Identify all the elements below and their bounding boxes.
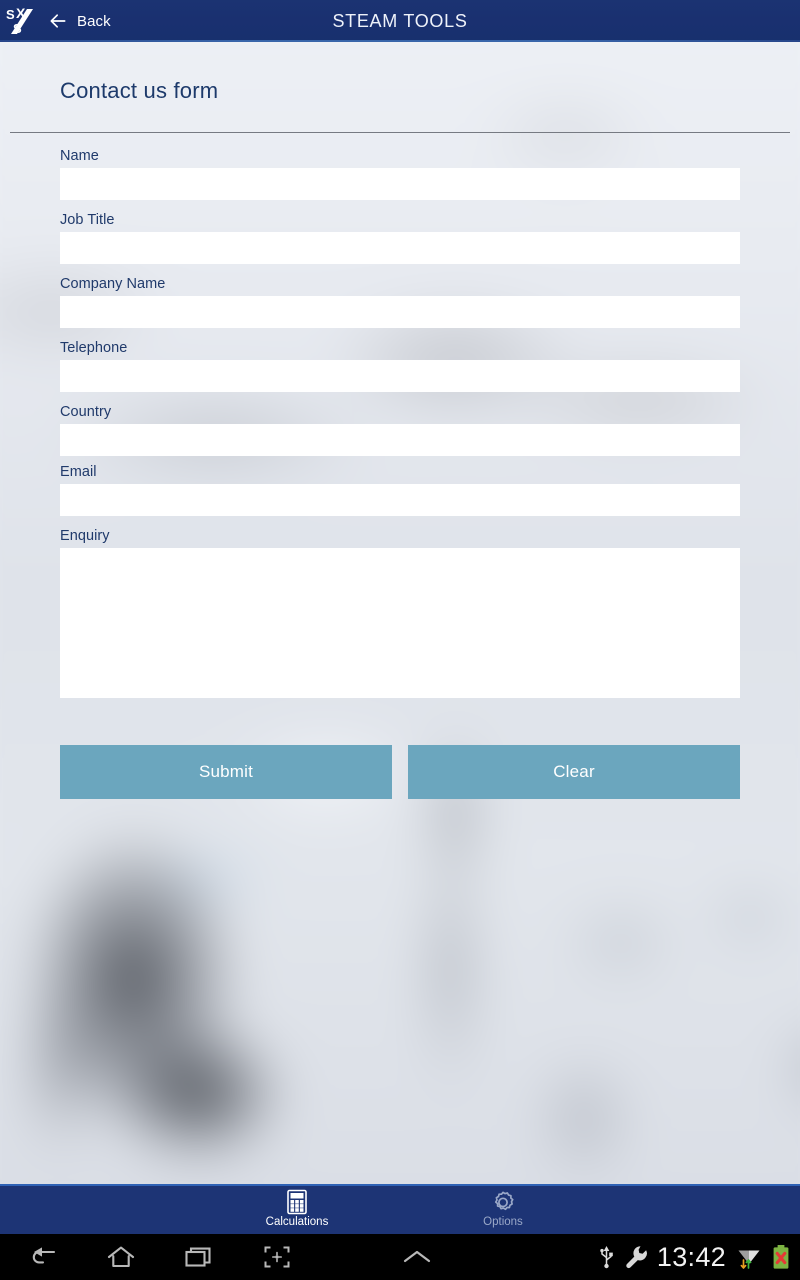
tab-calculations[interactable]: Calculations (237, 1189, 357, 1229)
arrow-left-icon (50, 14, 66, 28)
screenshot-icon (264, 1246, 290, 1268)
telephone-input[interactable] (60, 360, 740, 392)
android-system-bar: 13:42 (0, 1234, 800, 1280)
field-label-job-title: Job Title (60, 212, 115, 228)
title-divider (10, 132, 790, 133)
field-country: Country (60, 404, 740, 456)
field-telephone: Telephone (60, 340, 740, 392)
field-label-country: Country (60, 404, 112, 420)
email-input[interactable] (60, 484, 740, 516)
field-email: Email (60, 464, 740, 516)
page-title: Contact us form (60, 78, 219, 103)
home-icon (107, 1246, 135, 1268)
gear-icon (494, 1191, 514, 1211)
android-back-button[interactable] (22, 1236, 64, 1278)
back-icon (32, 1247, 56, 1264)
tab-options[interactable]: Options (443, 1189, 563, 1229)
name-input[interactable] (60, 168, 740, 200)
country-input[interactable] (60, 424, 740, 456)
expand-up-icon (403, 1250, 431, 1263)
svg-text:S: S (6, 7, 15, 22)
android-screenshot-button[interactable] (256, 1236, 298, 1278)
android-nav-keys (0, 1236, 438, 1278)
clear-button[interactable]: Clear (408, 745, 740, 799)
form-actions: Submit Clear (60, 745, 740, 799)
contact-form: Contact us form Name Job Title Company N… (0, 42, 800, 1184)
usb-icon (598, 1245, 615, 1269)
field-label-telephone: Telephone (60, 340, 128, 356)
system-clock: 13:42 (656, 1241, 726, 1272)
wifi-transfer-icon (736, 1244, 762, 1270)
android-expand-button[interactable] (396, 1236, 438, 1278)
spirax-sarco-logo: S X S (0, 0, 44, 42)
bottom-tab-bar: Calculations Options (0, 1184, 800, 1234)
battery-error-icon (772, 1244, 790, 1270)
field-enquiry: Enquiry (60, 528, 740, 698)
field-label-name: Name (60, 148, 99, 164)
tab-label-calculations: Calculations (265, 1216, 329, 1228)
job-title-input[interactable] (60, 232, 740, 264)
field-job-title: Job Title (60, 212, 740, 264)
field-label-email: Email (60, 464, 97, 480)
recents-icon (185, 1247, 211, 1267)
submit-button[interactable]: Submit (60, 745, 392, 799)
content-area: Contact us form Name Job Title Company N… (0, 42, 800, 1184)
field-company-name: Company Name (60, 276, 740, 328)
android-home-button[interactable] (100, 1236, 142, 1278)
enquiry-textarea[interactable] (60, 548, 740, 698)
back-button[interactable]: Back (44, 0, 119, 42)
wrench-icon (625, 1245, 647, 1269)
app-bar-title: STEAM TOOLS (332, 11, 468, 31)
field-name: Name (60, 148, 740, 200)
company-name-input[interactable] (60, 296, 740, 328)
field-label-enquiry: Enquiry (60, 528, 110, 544)
app-root: S X S Back STEAM TOOLS Contact us form N… (0, 0, 800, 1280)
back-label: Back (77, 12, 111, 30)
tab-label-options: Options (483, 1216, 523, 1228)
calculator-icon (287, 1189, 307, 1215)
field-label-company-name: Company Name (60, 276, 166, 292)
android-status-icons: 13:42 (598, 1241, 790, 1272)
android-recents-button[interactable] (178, 1236, 220, 1278)
app-bar: S X S Back STEAM TOOLS (0, 0, 800, 42)
